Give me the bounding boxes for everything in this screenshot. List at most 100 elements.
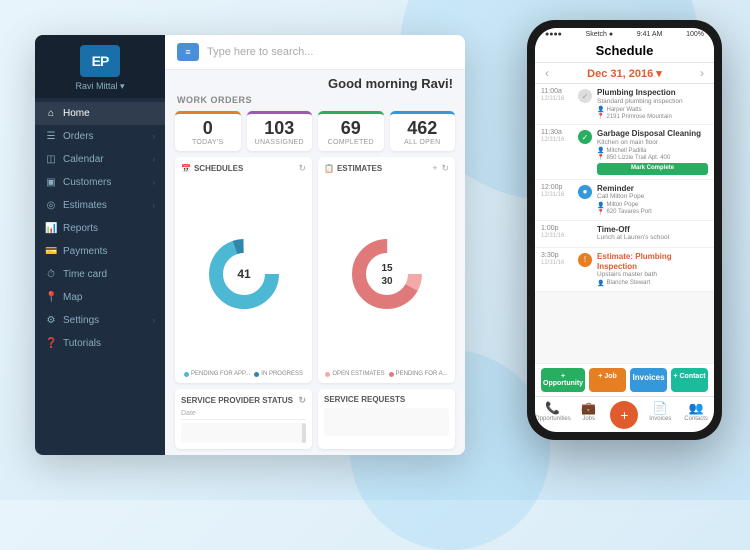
nav-label-tutorials: Tutorials — [63, 338, 101, 349]
sidebar-item-settings[interactable]: ⚙ Settings › — [35, 309, 165, 332]
refresh-sp-icon[interactable]: ↻ — [298, 395, 306, 406]
wo-card-unassigned[interactable]: 103 UNASSIGNED — [247, 111, 313, 151]
wo-card-allopen[interactable]: 462 ALL OPEN — [390, 111, 456, 151]
sidebar-username[interactable]: Ravi Mittal ▾ — [75, 81, 124, 92]
sidebar-item-reports[interactable]: 📊 Reports — [35, 217, 165, 240]
wo-card-completed[interactable]: 69 COMPLETED — [318, 111, 384, 151]
phone-status-bar: ●●●● Sketch ● 9:41 AM 100% — [535, 28, 714, 41]
item-location-2: 📍 850 Lizzie Trail Apt. 400 — [597, 154, 708, 161]
check-icon-4 — [578, 226, 592, 240]
add-center-button[interactable]: + — [610, 401, 638, 429]
desktop-app-window: EP Ravi Mittal ▾ ⌂ Home ☰ Orders › ◫ — [35, 35, 465, 455]
nav-label-timecard: Time card — [63, 269, 107, 280]
phone-nav-invoices[interactable]: 📄 Invoices — [642, 401, 678, 430]
refresh-est-icon[interactable]: ↻ — [441, 163, 449, 174]
search-icon-button[interactable]: ≡ — [177, 43, 199, 61]
wo-card-today[interactable]: 0 TODAY'S — [175, 111, 241, 151]
signal-strength: ●●●● — [545, 31, 562, 38]
invoices-nav-label: Invoices — [649, 416, 671, 422]
map-icon: 📍 — [45, 292, 57, 303]
wo-number-completed: 69 — [322, 119, 380, 139]
sidebar-nav: ⌂ Home ☰ Orders › ◫ Calendar › — [35, 98, 165, 455]
date-4: 12/31/16 — [541, 233, 573, 239]
schedules-legend: PENDING FOR APP... IN PROGRESS — [181, 371, 306, 377]
greeting-text: Good morning Ravi! — [165, 70, 465, 93]
battery-status: 100% — [686, 31, 704, 38]
next-date-button[interactable]: › — [700, 66, 704, 80]
phone-nav-opportunities[interactable]: 📞 Opportunities — [535, 401, 571, 430]
schedule-item-plumbing[interactable]: 11:00a 12/31/16 ✓ Plumbing Inspection St… — [535, 84, 714, 125]
location-icon-2: 📍 — [597, 154, 604, 161]
calendar-icon: ◫ — [45, 154, 57, 165]
tutorials-icon: ❓ — [45, 338, 57, 349]
location-3: 620 Tavares Port — [606, 209, 651, 215]
service-requests-card: SERVICE REQUESTS — [318, 389, 455, 449]
charts-row: 📅 SCHEDULES ↻ 41 — [165, 157, 465, 389]
item-meta-5: 👤 Blanche Stewart — [597, 280, 708, 287]
sidebar: EP Ravi Mittal ▾ ⌂ Home ☰ Orders › ◫ — [35, 35, 165, 455]
app-name-status: Sketch ● — [586, 31, 614, 38]
nav-label-payments: Payments — [63, 246, 107, 257]
jobs-nav-label: Jobs — [582, 416, 595, 422]
hamburger-icon: ≡ — [185, 47, 190, 57]
person-3: Milton Pope — [606, 202, 638, 208]
current-date[interactable]: Dec 31, 2016 ▾ — [587, 67, 662, 80]
prev-date-button[interactable]: ‹ — [545, 66, 549, 80]
item-location-1: 📍 2191 Primrose Mountain — [597, 113, 708, 120]
phone-nav-jobs[interactable]: 💼 Jobs — [571, 401, 607, 430]
schedules-donut-container: 41 — [181, 178, 306, 371]
time-100: 1:00p — [541, 225, 573, 233]
item-subtitle-3: Call Milton Pope — [597, 193, 708, 201]
sidebar-item-timecard[interactable]: ⏱ Time card — [35, 263, 165, 286]
invoice-button[interactable]: Invoices — [630, 368, 667, 392]
work-orders-title: WORK ORDERS — [165, 93, 465, 107]
nav-label-calendar: Calendar — [63, 154, 104, 165]
svg-text:30: 30 — [381, 276, 393, 287]
chevron-icon: › — [152, 155, 155, 164]
timecard-icon: ⏱ — [45, 269, 57, 280]
svg-text:15: 15 — [381, 263, 393, 274]
refresh-icon[interactable]: ↻ — [298, 163, 306, 174]
phone-nav-contacts[interactable]: 👥 Contacts — [678, 401, 714, 430]
estimates-icon: ◎ — [45, 200, 57, 211]
check-icon-5: ! — [578, 253, 592, 267]
opportunity-button[interactable]: + Opportunity — [541, 368, 585, 392]
schedule-content-4: Time-Off Lunch at Lauren's school — [597, 225, 708, 243]
nav-label-map: Map — [63, 292, 82, 303]
sidebar-item-home[interactable]: ⌂ Home — [35, 102, 165, 125]
job-button[interactable]: + Job — [589, 368, 626, 392]
mark-complete-button[interactable]: Mark Complete — [597, 163, 708, 175]
location-2: 850 Lizzie Trail Apt. 400 — [606, 155, 670, 161]
wo-label-today: TODAY'S — [179, 139, 237, 146]
sidebar-item-payments[interactable]: 💳 Payments — [35, 240, 165, 263]
sidebar-item-tutorials[interactable]: ❓ Tutorials — [35, 332, 165, 355]
search-input[interactable]: Type here to search... — [207, 46, 453, 58]
phone-nav-add[interactable]: + — [607, 401, 643, 430]
sidebar-item-customers[interactable]: ▣ Customers › — [35, 171, 165, 194]
schedule-item-estimate[interactable]: 3:30p 12/31/16 ! Estimate: Plumbing Insp… — [535, 248, 714, 292]
opportunities-nav-label: Opportunities — [535, 416, 571, 422]
sidebar-item-estimates[interactable]: ◎ Estimates › — [35, 194, 165, 217]
mobile-phone: ●●●● Sketch ● 9:41 AM 100% Schedule ‹ De… — [527, 20, 722, 440]
schedule-item-reminder[interactable]: 12:00p 12/31/16 ● Reminder Call Milton P… — [535, 180, 714, 221]
item-meta-1: 👤 Harper Watts — [597, 106, 708, 113]
time-330: 3:30p — [541, 252, 573, 260]
schedule-item-garbage[interactable]: 11:30a 12/31/16 ✓ Garbage Disposal Clean… — [535, 125, 714, 180]
sidebar-item-orders[interactable]: ☰ Orders › — [35, 125, 165, 148]
schedule-item-timeoff[interactable]: 1:00p 12/31/16 Time-Off Lunch at Lauren'… — [535, 221, 714, 248]
sidebar-item-calendar[interactable]: ◫ Calendar › — [35, 148, 165, 171]
estimates-chart-title: 📋 ESTIMATES — [324, 164, 382, 173]
contact-button[interactable]: + Contact — [671, 368, 708, 392]
check-icon-3: ● — [578, 185, 592, 199]
add-icon[interactable]: + — [432, 163, 437, 174]
item-location-3: 📍 620 Tavares Port — [597, 209, 708, 216]
schedule-content-5: Estimate: Plumbing Inspection Upstairs m… — [597, 252, 708, 287]
estimates-chart: 📋 ESTIMATES + ↻ 15 30 — [318, 157, 455, 383]
opportunities-nav-icon: 📞 — [545, 401, 560, 415]
bottom-row: SERVICE PROVIDER STATUS ↻ Date SERVICE R… — [165, 389, 465, 455]
sidebar-item-map[interactable]: 📍 Map — [35, 286, 165, 309]
item-title-1: Plumbing Inspection — [597, 88, 708, 98]
nav-label-orders: Orders — [63, 131, 94, 142]
schedules-chart: 📅 SCHEDULES ↻ 41 — [175, 157, 312, 383]
orders-icon: ☰ — [45, 131, 57, 142]
